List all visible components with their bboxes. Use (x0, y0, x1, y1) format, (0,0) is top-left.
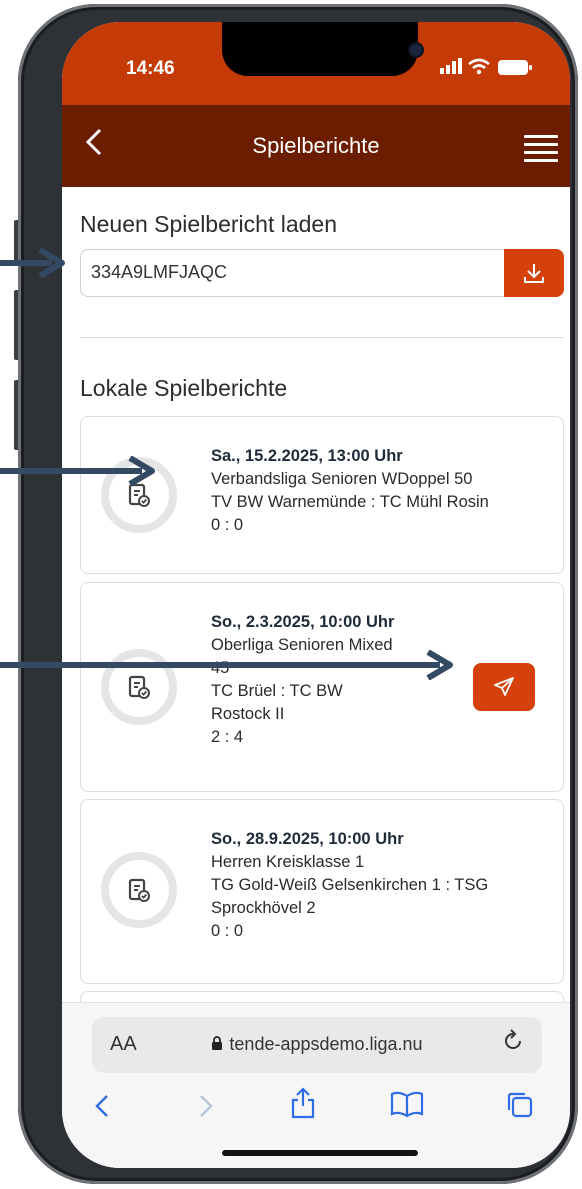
document-check-icon (128, 483, 150, 507)
reload-icon (505, 1029, 521, 1049)
report-details: Sa., 15.2.2025, 13:00 Uhr Verbandsliga S… (211, 445, 489, 537)
menu-line (524, 135, 558, 138)
book-icon (390, 1091, 424, 1118)
url-text: tende-appsdemo.liga.nu (229, 1034, 423, 1054)
report-teams-cont: Rostock II (211, 705, 285, 723)
report-teams: TG Gold-Weiß Gelsenkirchen 1 : TSG (211, 876, 489, 894)
send-icon (494, 677, 514, 696)
report-card[interactable]: So., 2.3.2025, 10:00 Uhr Oberliga Senior… (80, 582, 564, 792)
report-score: 2 : 4 (211, 728, 244, 746)
chevron-left-icon (95, 1095, 108, 1117)
download-icon (524, 264, 544, 283)
send-report-button[interactable] (473, 663, 535, 711)
menu-line (524, 151, 558, 154)
menu-line (524, 159, 558, 162)
home-indicator (222, 1150, 418, 1156)
report-status-circle (101, 852, 177, 928)
local-heading: Lokale Spielberichte (80, 375, 288, 401)
camera-icon (408, 42, 424, 58)
status-time: 14:46 (126, 58, 175, 79)
report-details: So., 28.9.2025, 10:00 Uhr Herren Kreiskl… (211, 828, 488, 943)
app-header: Spielberichte (62, 105, 570, 187)
notch (222, 22, 424, 76)
tabs-button[interactable] (506, 1091, 534, 1126)
reload-button[interactable] (502, 1029, 524, 1060)
annotation-arrow-send-button (0, 650, 453, 680)
browser-back-button[interactable] (94, 1093, 110, 1126)
divider (80, 337, 564, 338)
address-bar[interactable]: AA tende-appsdemo.liga.nu (92, 1017, 542, 1073)
lock-icon (212, 1036, 223, 1050)
url-display: tende-appsdemo.liga.nu (92, 1034, 542, 1055)
report-date: So., 28.9.2025, 10:00 Uhr (211, 830, 404, 848)
signal-icon (440, 58, 462, 74)
report-teams: TC Brüel : TC BW (211, 682, 343, 700)
phone-screen: 14:46 Spielberichte Neuen Spielbericht l… (62, 22, 570, 1168)
battery-icon (498, 60, 532, 75)
report-details: So., 2.3.2025, 10:00 Uhr Oberliga Senior… (211, 611, 394, 749)
browser-forward-button[interactable] (198, 1093, 214, 1126)
tabs-icon (507, 1092, 533, 1118)
report-teams: TV BW Warnemünde : TC Mühl Rosin (211, 493, 489, 511)
hamburger-menu-button[interactable] (524, 135, 558, 162)
chevron-right-icon (200, 1095, 213, 1117)
menu-line (524, 143, 558, 146)
annotation-arrow-report-status (0, 456, 155, 486)
main-content: Neuen Spielbericht laden 334A9LMFJAQC Lo… (62, 187, 570, 1051)
download-button[interactable] (504, 249, 564, 297)
report-score: 0 : 0 (211, 922, 244, 940)
page-title: Spielberichte (252, 133, 380, 158)
report-card[interactable]: Sa., 15.2.2025, 13:00 Uhr Verbandsliga S… (80, 416, 564, 574)
bookmarks-button[interactable] (390, 1091, 424, 1124)
report-league: Herren Kreisklasse 1 (211, 853, 365, 871)
wifi-icon (468, 58, 490, 75)
share-button[interactable] (290, 1087, 316, 1126)
report-league: Verbandsliga Senioren WDoppel 50 (211, 470, 473, 488)
share-icon (291, 1087, 315, 1119)
annotation-arrow-code-input (0, 248, 65, 278)
report-score: 0 : 0 (211, 516, 244, 534)
report-date: So., 2.3.2025, 10:00 Uhr (211, 613, 395, 631)
document-check-icon (128, 878, 150, 902)
status-bar: 14:46 (62, 22, 570, 105)
report-card[interactable]: So., 28.9.2025, 10:00 Uhr Herren Kreiskl… (80, 799, 564, 984)
phone-frame: 14:46 Spielberichte Neuen Spielbericht l… (18, 4, 578, 1184)
report-date: Sa., 15.2.2025, 13:00 Uhr (211, 447, 403, 465)
report-teams-cont: Sprockhövel 2 (211, 899, 316, 917)
report-code-input[interactable]: 334A9LMFJAQC (80, 249, 504, 297)
browser-bar: AA tende-appsdemo.liga.nu (62, 1002, 570, 1168)
load-heading: Neuen Spielbericht laden (80, 211, 338, 237)
